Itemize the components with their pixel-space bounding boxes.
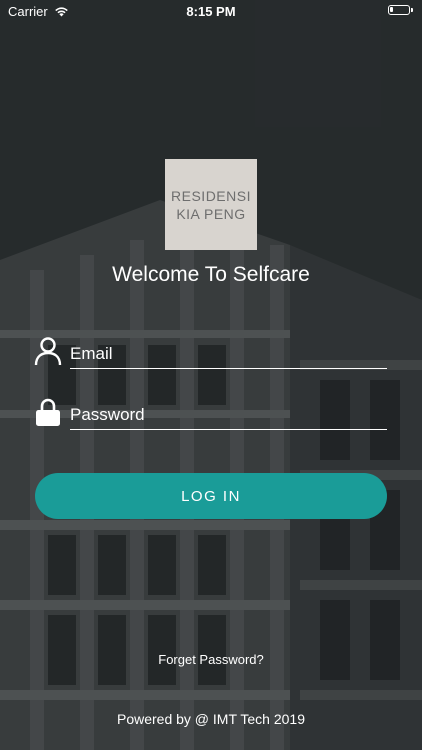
password-field-group [34, 395, 387, 430]
login-screen: Carrier 8:15 PM RESIDENSI KIA PENG Welco… [0, 0, 422, 750]
battery-icon [388, 5, 413, 15]
status-bar: Carrier 8:15 PM [0, 0, 422, 22]
logo-line-2: KIA PENG [176, 205, 246, 222]
background-overlay [0, 0, 422, 750]
status-time: 8:15 PM [186, 4, 236, 19]
lock-icon [36, 398, 60, 426]
user-icon [34, 337, 62, 366]
forget-password-link[interactable]: Forget Password? [0, 652, 422, 667]
battery-level [390, 7, 393, 12]
residence-logo: RESIDENSI KIA PENG [165, 159, 257, 250]
footer-powered-by: Powered by @ IMT Tech 2019 [116, 711, 305, 727]
email-field-group [34, 334, 387, 369]
login-button[interactable]: LOG IN [35, 473, 387, 519]
welcome-title: Welcome To Selfcare [112, 263, 310, 286]
logo-line-1: RESIDENSI [171, 187, 251, 204]
password-input[interactable] [70, 395, 387, 430]
email-input[interactable] [70, 334, 387, 369]
